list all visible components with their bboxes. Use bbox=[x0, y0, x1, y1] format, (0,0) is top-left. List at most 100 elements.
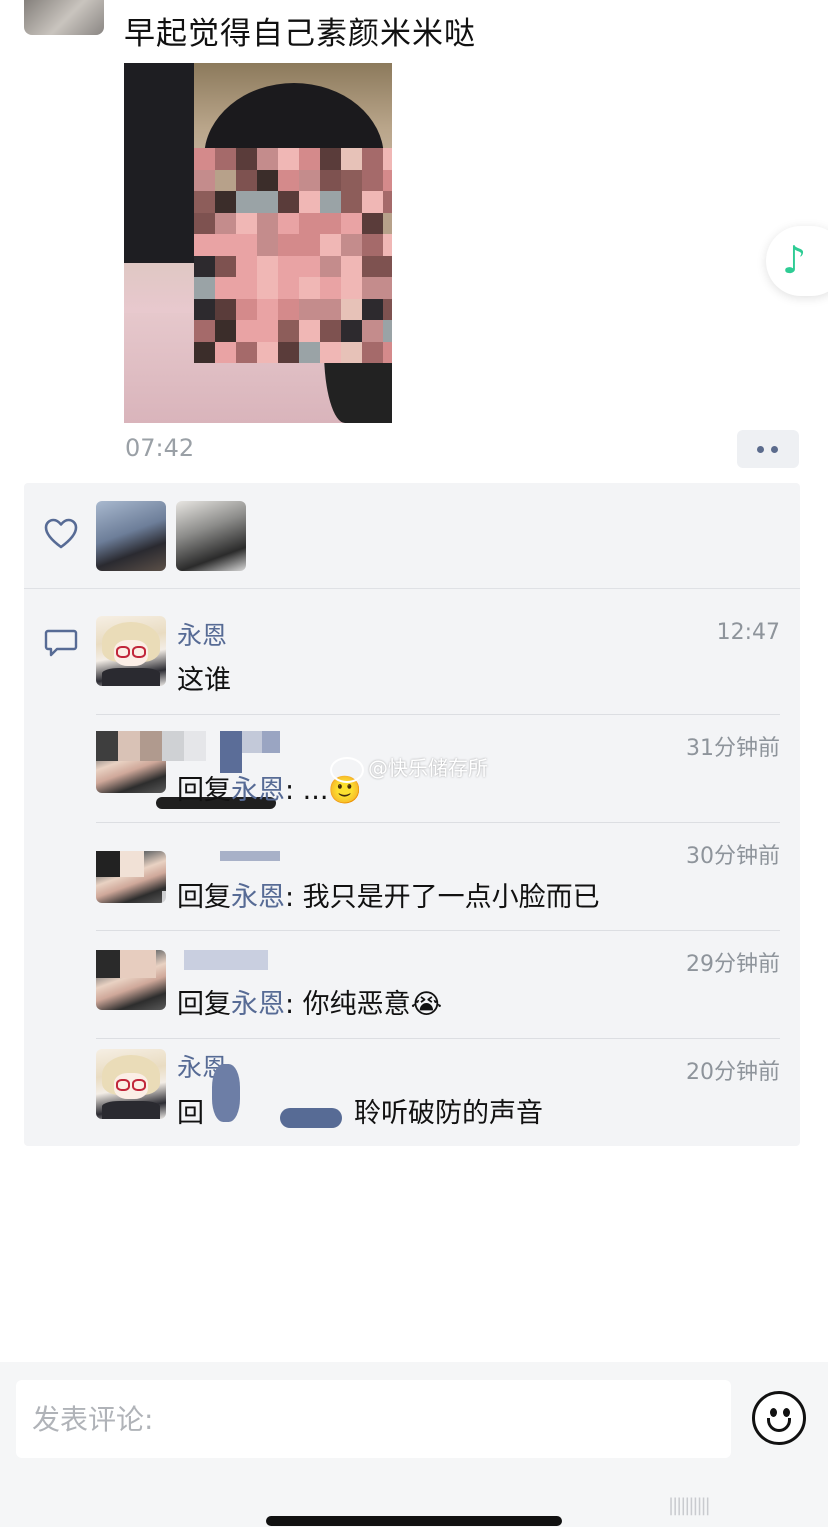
like-avatar[interactable] bbox=[176, 501, 246, 571]
mosaic-block bbox=[96, 950, 120, 978]
mosaic-block bbox=[299, 320, 320, 342]
mosaic-block bbox=[162, 731, 184, 761]
mosaic-block bbox=[236, 277, 257, 299]
more-button[interactable] bbox=[737, 430, 799, 468]
divider bbox=[96, 822, 780, 823]
mosaic-block bbox=[299, 148, 320, 170]
heart-icon[interactable] bbox=[44, 518, 78, 550]
mosaic-block bbox=[257, 212, 278, 234]
comment-text[interactable]: 回复永恩: 你纯恶意😭 bbox=[177, 982, 442, 1021]
mosaic-block bbox=[341, 169, 362, 191]
mosaic-block bbox=[278, 298, 299, 320]
mosaic-block bbox=[341, 320, 362, 342]
weibo-logo-icon bbox=[330, 756, 364, 783]
smile-face-icon bbox=[767, 1418, 791, 1432]
reply-to-name[interactable]: 永恩 bbox=[231, 989, 285, 1020]
post-photo[interactable] bbox=[124, 63, 392, 423]
mosaic-block bbox=[194, 212, 215, 234]
mosaic-block bbox=[194, 320, 215, 342]
reply-to-name[interactable]: 永恩 bbox=[231, 775, 285, 806]
mosaic-block bbox=[184, 731, 206, 761]
mosaic-block bbox=[299, 277, 320, 299]
mosaic-block bbox=[278, 212, 299, 234]
mosaic-block bbox=[299, 191, 320, 213]
mosaic-block bbox=[362, 169, 383, 191]
mosaic-block bbox=[383, 255, 392, 277]
mosaic-block bbox=[215, 341, 236, 363]
smile-face-icon bbox=[770, 1408, 777, 1417]
commenter-avatar[interactable] bbox=[96, 616, 166, 686]
mosaic-block bbox=[362, 212, 383, 234]
mosaic-block bbox=[341, 255, 362, 277]
mosaic-block bbox=[215, 148, 236, 170]
mosaic-block bbox=[383, 148, 392, 170]
mosaic-block bbox=[236, 169, 257, 191]
mosaic-block bbox=[341, 277, 362, 299]
commenter-name[interactable]: 永恩 bbox=[177, 616, 227, 652]
mosaic-block bbox=[194, 191, 215, 213]
like-avatar[interactable] bbox=[96, 501, 166, 571]
mosaic-block bbox=[341, 191, 362, 213]
mosaic-block bbox=[236, 255, 257, 277]
mosaic-block bbox=[278, 277, 299, 299]
mosaic-block bbox=[220, 851, 280, 861]
mosaic-block bbox=[96, 851, 120, 877]
comment-bubble-icon bbox=[44, 629, 78, 657]
avatar-region bbox=[132, 1079, 146, 1091]
comment-text[interactable]: 回复永恩: 我只是开了一点小脸而已 bbox=[177, 875, 600, 914]
mosaic-block bbox=[299, 212, 320, 234]
mosaic-block bbox=[194, 255, 215, 277]
mosaic-block bbox=[341, 148, 362, 170]
mosaic-block bbox=[215, 255, 236, 277]
mosaic-block bbox=[383, 277, 392, 299]
mosaic-block bbox=[278, 255, 299, 277]
emoji-button[interactable] bbox=[752, 1391, 806, 1445]
mosaic-block bbox=[362, 234, 383, 256]
music-float-button[interactable]: ♪ bbox=[766, 226, 828, 296]
mosaic-block bbox=[362, 148, 383, 170]
mosaic-block bbox=[257, 277, 278, 299]
mosaic-block bbox=[262, 731, 280, 753]
comment-time: 20分钟前 bbox=[686, 1060, 780, 1085]
comment-time: 29分钟前 bbox=[686, 952, 780, 977]
mosaic-block bbox=[383, 298, 392, 320]
post-text: 早起觉得自己素颜米米哒 bbox=[124, 16, 476, 52]
mosaic-block bbox=[320, 169, 341, 191]
comment-input[interactable] bbox=[16, 1380, 731, 1458]
reply-to-name[interactable]: 永恩 bbox=[231, 882, 285, 913]
watermark-text: @快乐储存所 bbox=[368, 756, 488, 780]
comment-text[interactable]: 这谁 bbox=[177, 658, 231, 697]
avatar-region bbox=[116, 646, 130, 658]
mosaic-block bbox=[383, 320, 392, 342]
mosaic-block bbox=[236, 191, 257, 213]
mosaic-block bbox=[320, 234, 341, 256]
mosaic-block bbox=[341, 234, 362, 256]
avatar-region bbox=[102, 668, 160, 686]
mosaic-block bbox=[257, 148, 278, 170]
mosaic-block bbox=[383, 169, 392, 191]
mosaic-block bbox=[278, 169, 299, 191]
commenter-avatar[interactable] bbox=[96, 1049, 166, 1119]
photo-region bbox=[124, 63, 194, 263]
mosaic-block bbox=[236, 148, 257, 170]
mosaic-block bbox=[257, 298, 278, 320]
mosaic-block bbox=[278, 234, 299, 256]
reply-prefix: 回 bbox=[177, 1098, 204, 1129]
more-dots-icon bbox=[771, 446, 778, 453]
interaction-panel bbox=[24, 483, 800, 1146]
poster-avatar[interactable] bbox=[24, 0, 104, 35]
weibo-watermark: @快乐储存所 bbox=[330, 752, 488, 783]
home-indicator[interactable] bbox=[266, 1516, 562, 1526]
divider bbox=[96, 1038, 780, 1039]
mosaic-block bbox=[320, 277, 341, 299]
divider bbox=[96, 930, 780, 931]
mosaic-block bbox=[215, 298, 236, 320]
mosaic-block bbox=[362, 191, 383, 213]
mosaic-block bbox=[278, 341, 299, 363]
reply-prefix: 回复 bbox=[177, 775, 231, 806]
mosaic-block bbox=[362, 298, 383, 320]
divider bbox=[96, 714, 780, 715]
mosaic-block bbox=[320, 191, 341, 213]
mosaic-block bbox=[257, 169, 278, 191]
mosaic-block bbox=[194, 234, 215, 256]
